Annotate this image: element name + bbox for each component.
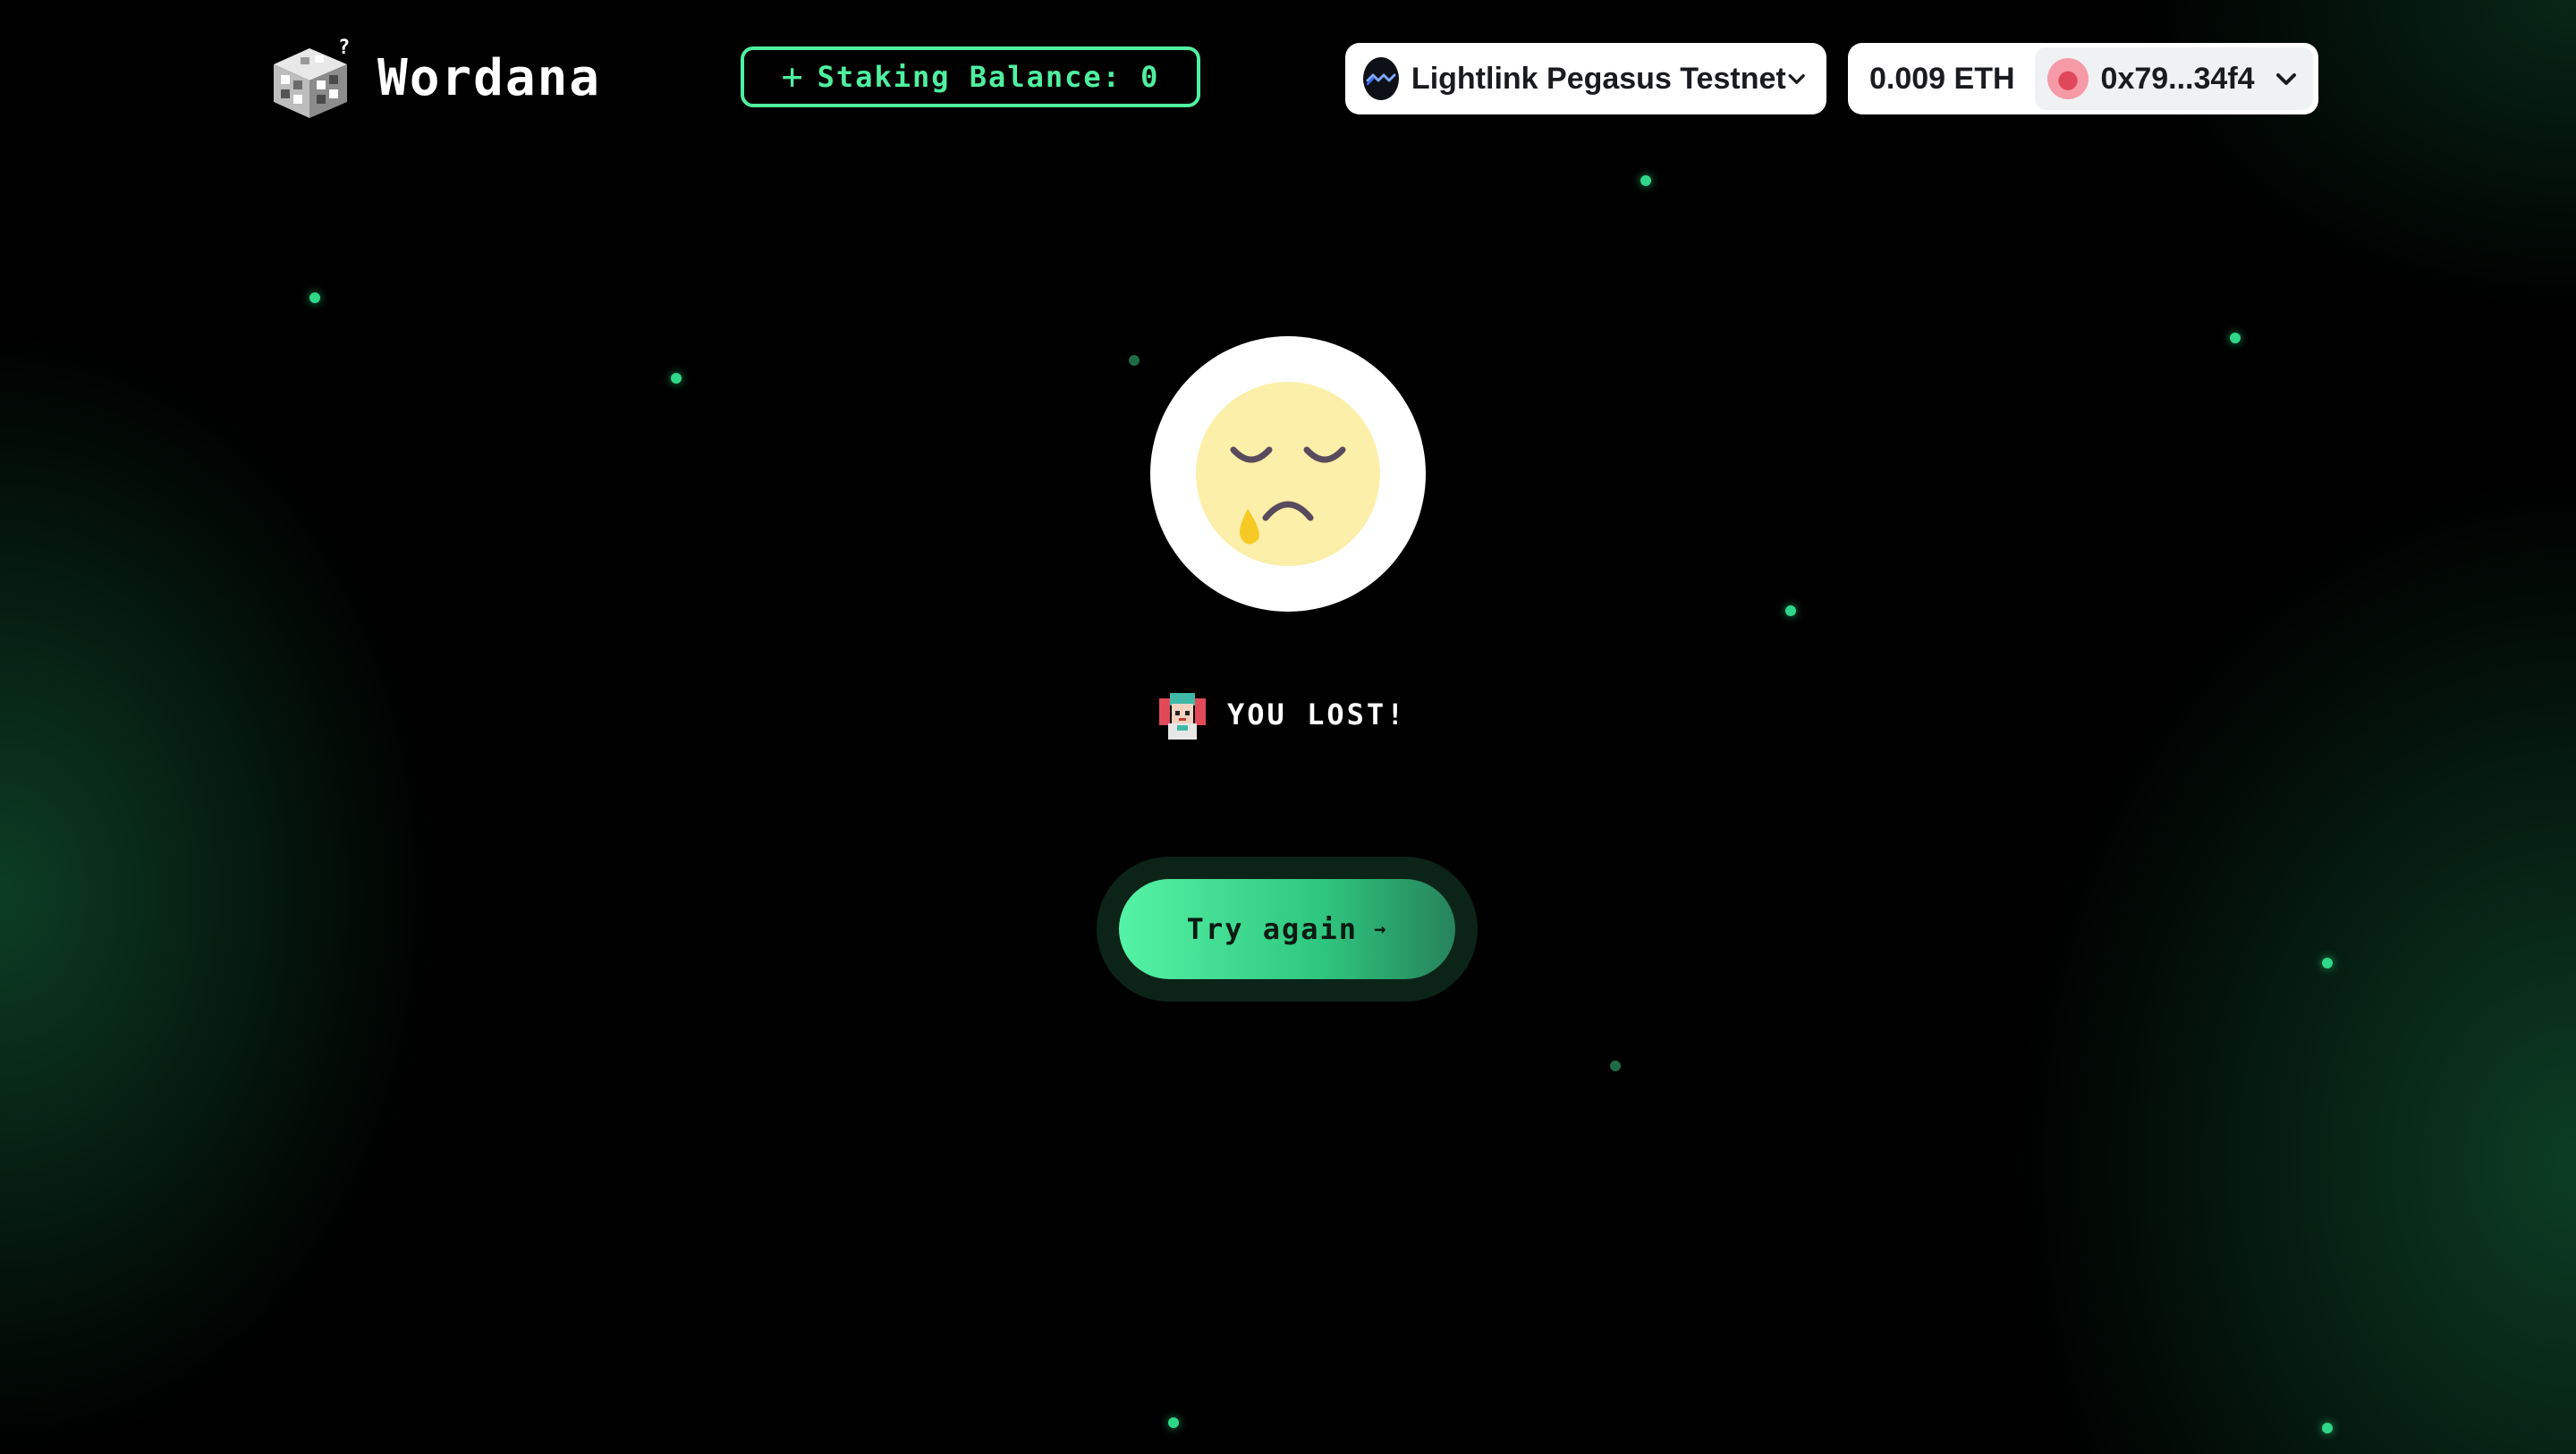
sad-face-badge <box>1150 336 1426 612</box>
try-again-button[interactable]: Try again → <box>1119 879 1455 979</box>
chevron-down-icon <box>1788 74 1805 84</box>
particle-dot <box>1168 1417 1179 1428</box>
particle-dot <box>1640 175 1651 186</box>
particle-dot <box>671 373 682 384</box>
particle-dot <box>309 292 320 303</box>
lightlink-wave-icon <box>1363 57 1399 100</box>
wallet-address: 0x79...34f4 <box>2100 61 2255 96</box>
particle-dot <box>1610 1061 1621 1071</box>
try-again-button-ring: Try again → <box>1097 857 1478 1002</box>
account-avatar <box>2046 58 2089 99</box>
pixel-character-icon <box>1156 691 1209 741</box>
staking-balance-button[interactable]: + Staking Balance: 0 <box>741 46 1200 107</box>
game-result: YOU LOST! <box>1154 685 1406 744</box>
address-selector[interactable]: 0x79...34f4 <box>2034 47 2313 110</box>
particle-dot <box>1129 355 1140 366</box>
network-selector[interactable]: Lightlink Pegasus Testnet <box>1345 43 1826 114</box>
arrow-right-icon: → <box>1374 917 1388 941</box>
eth-balance: 0.009 ETH <box>1869 61 2015 96</box>
chevron-down-icon <box>2276 73 2296 85</box>
network-name: Lightlink Pegasus Testnet <box>1411 61 1786 96</box>
result-text: YOU LOST! <box>1227 697 1407 731</box>
account-button[interactable]: 0.009 ETH 0x79...34f4 <box>1848 43 2318 114</box>
particle-dot <box>2230 333 2241 343</box>
pixel-cube-logo-icon: ? <box>274 37 350 118</box>
svg-text:?: ? <box>338 37 350 59</box>
logo-text: Wordana <box>377 48 602 107</box>
particle-dot <box>2322 1423 2333 1433</box>
try-again-label: Try again <box>1186 912 1359 946</box>
particle-dot <box>1785 605 1796 616</box>
app-logo[interactable]: ? Wordana <box>270 36 601 120</box>
particle-dot <box>2322 958 2333 968</box>
sad-face-icon <box>1196 382 1380 566</box>
staking-balance-label: Staking Balance: 0 <box>817 60 1160 94</box>
plus-icon: + <box>781 56 805 97</box>
